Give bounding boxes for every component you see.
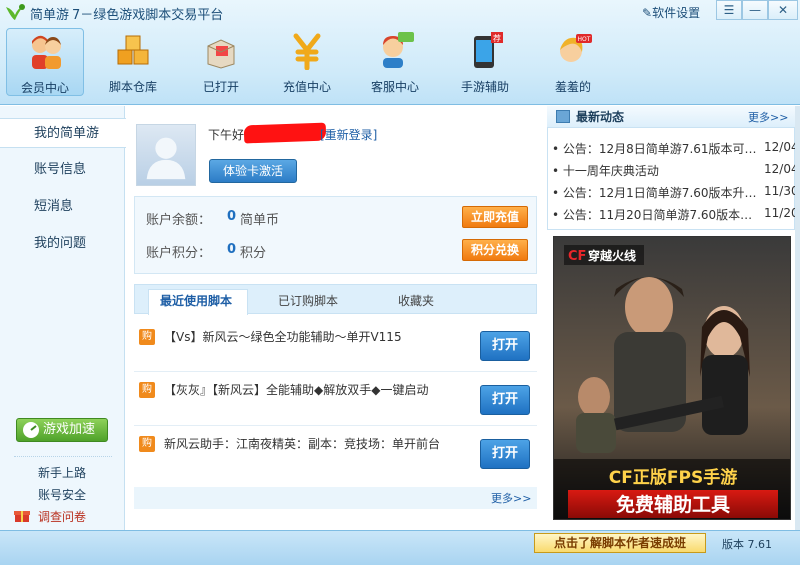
nav-recharge-center[interactable]: 充值中心: [268, 28, 346, 96]
news-date: 12/04: [764, 162, 799, 176]
news-date: 11/20: [764, 206, 799, 220]
nav-label: 脚本仓库: [108, 80, 157, 94]
sidebar-item-messages[interactable]: 短消息: [0, 192, 125, 222]
nav-member-center[interactable]: 会员中心: [6, 28, 84, 96]
nav-script-warehouse[interactable]: 脚本仓库: [94, 28, 172, 96]
banner-line-1: CF正版FPS手游: [609, 467, 737, 488]
balance-unit: 简单币: [240, 213, 280, 228]
points-unit: 积分: [240, 246, 267, 261]
script-title[interactable]: 【灰灰』【新风云】全能辅助◆解放双手◆一键启动: [164, 381, 428, 398]
buy-icon: 购: [139, 329, 155, 345]
scrollbar[interactable]: [795, 106, 800, 530]
leaf-logo-icon: [6, 4, 25, 20]
minimize-icon: —: [749, 3, 761, 17]
scripts-more-link[interactable]: 更多>>: [491, 490, 531, 506]
nav-label: 已打开: [202, 80, 239, 94]
badge-text: 荐: [493, 33, 501, 43]
news-item-text: 公告：11月20日简单游7.60版本…: [562, 208, 753, 222]
nav-label: 羞羞的: [554, 80, 591, 94]
tab-subscribed-scripts[interactable]: 已订购脚本: [278, 292, 338, 309]
nav-label: 会员中心: [20, 81, 69, 95]
banner-top-logo: 穿越火线: [588, 248, 636, 263]
version-text: 版本 7.61: [722, 538, 772, 551]
menu-icon: ☰: [723, 3, 735, 17]
close-button[interactable]: ✕: [768, 0, 798, 20]
divider: [14, 456, 112, 457]
yen-icon: [293, 33, 321, 70]
nav-label: 充值中心: [282, 80, 331, 94]
sidebar-link-beginner[interactable]: 新手上路: [38, 464, 86, 481]
buy-icon: 购: [139, 382, 155, 398]
script-warehouse-icon: [117, 35, 149, 65]
news-item-text: 公告：12月8日简单游7.61版本可…: [562, 142, 757, 156]
sidebar-item-account-info[interactable]: 账号信息: [0, 155, 125, 185]
speedometer-icon: [23, 422, 39, 438]
nav-customer-service[interactable]: 客服中心: [356, 28, 434, 96]
news-item[interactable]: • 公告：12月8日简单游7.61版本可…: [552, 140, 757, 157]
settings-label: 软件设置: [652, 6, 701, 20]
greeting-text: 下午好: [208, 128, 245, 142]
balance-label: 账户余额：: [146, 213, 212, 228]
trial-card-activate-button[interactable]: 体验卡激活: [209, 159, 297, 183]
menu-button[interactable]: ☰: [716, 0, 742, 20]
girl-icon: HOT: [560, 34, 592, 62]
app-slogan: 7－绿色游戏脚本交易平台: [72, 8, 224, 23]
nav-opened[interactable]: 已打开: [182, 28, 260, 96]
points-value: 0: [227, 242, 237, 257]
phone-icon: 荐: [474, 32, 503, 68]
minimize-button[interactable]: —: [742, 0, 768, 20]
relogin-link[interactable]: [重新登录]: [320, 126, 377, 143]
news-more-link[interactable]: 更多>>: [748, 109, 788, 125]
news-date: 11/30: [764, 184, 799, 198]
script-title[interactable]: 新风云助手：江南夜精英：副本：竞技场：单开前台: [164, 435, 440, 452]
tab-favorites[interactable]: 收藏夹: [398, 292, 434, 309]
redacted-username: [243, 122, 327, 144]
sidebar-link-survey[interactable]: 调查问卷: [38, 508, 86, 525]
recharge-now-button[interactable]: 立即充值: [462, 206, 528, 228]
nav-mobile-assist[interactable]: 荐 手游辅助: [446, 28, 524, 96]
banner-line-2: 免费辅助工具: [616, 493, 730, 516]
nav-label: 手游辅助: [460, 80, 509, 94]
badge-text: HOT: [578, 36, 591, 43]
news-item-text: 公告：12月1日简单游7.60版本升…: [562, 186, 757, 200]
news-item[interactable]: • 公告：11月20日简单游7.60版本…: [552, 206, 752, 223]
member-center-icon: [32, 35, 61, 69]
svg-text:CF: CF: [568, 249, 586, 264]
sidebar-link-account-security[interactable]: 账号安全: [38, 486, 86, 503]
list-footer: [134, 487, 537, 509]
promo-banner[interactable]: CF 穿越火线 CF正版FPS手游 免费辅助工具: [553, 236, 791, 520]
news-icon: [556, 110, 570, 123]
points-exchange-button[interactable]: 积分兑换: [462, 239, 528, 261]
open-script-button[interactable]: 打开: [480, 439, 530, 469]
tab-recent-scripts[interactable]: 最近使用脚本: [160, 292, 232, 309]
opened-box-icon: [207, 39, 235, 69]
settings-link[interactable]: ✎软件设置: [642, 4, 700, 21]
wrench-icon: ✎: [642, 6, 653, 20]
user-silhouette-icon: [146, 137, 186, 180]
app-name: 简单游: [30, 8, 70, 23]
sidebar-item-my-account[interactable]: 我的简单游: [0, 118, 126, 148]
close-icon: ✕: [777, 3, 789, 17]
buy-icon: 购: [139, 436, 155, 452]
author-course-button[interactable]: 点击了解脚本作者速成班: [534, 533, 706, 553]
open-script-button[interactable]: 打开: [480, 331, 530, 361]
points-label: 账户积分：: [146, 246, 212, 261]
customer-service-icon: [383, 32, 414, 68]
avatar[interactable]: [136, 124, 196, 186]
script-title[interactable]: 【Vs】新风云～绿色全功能辅助～单开V115: [164, 328, 402, 345]
news-title: 最新动态: [576, 110, 625, 124]
news-item[interactable]: • 公告：12月1日简单游7.60版本升…: [552, 184, 757, 201]
open-script-button[interactable]: 打开: [480, 385, 530, 415]
news-item-text: 十一周年庆典活动: [562, 164, 659, 178]
nav-shy[interactable]: HOT 羞羞的: [534, 28, 612, 96]
balance-value: 0: [227, 209, 237, 224]
nav-label: 客服中心: [370, 80, 419, 94]
news-date: 12/04: [764, 140, 799, 154]
sidebar-item-my-questions[interactable]: 我的问题: [0, 229, 125, 259]
gift-icon: [14, 511, 30, 522]
news-item[interactable]: • 十一周年庆典活动: [552, 162, 659, 179]
banner-artwork: CF 穿越火线 CF正版FPS手游 免费辅助工具: [554, 237, 790, 519]
